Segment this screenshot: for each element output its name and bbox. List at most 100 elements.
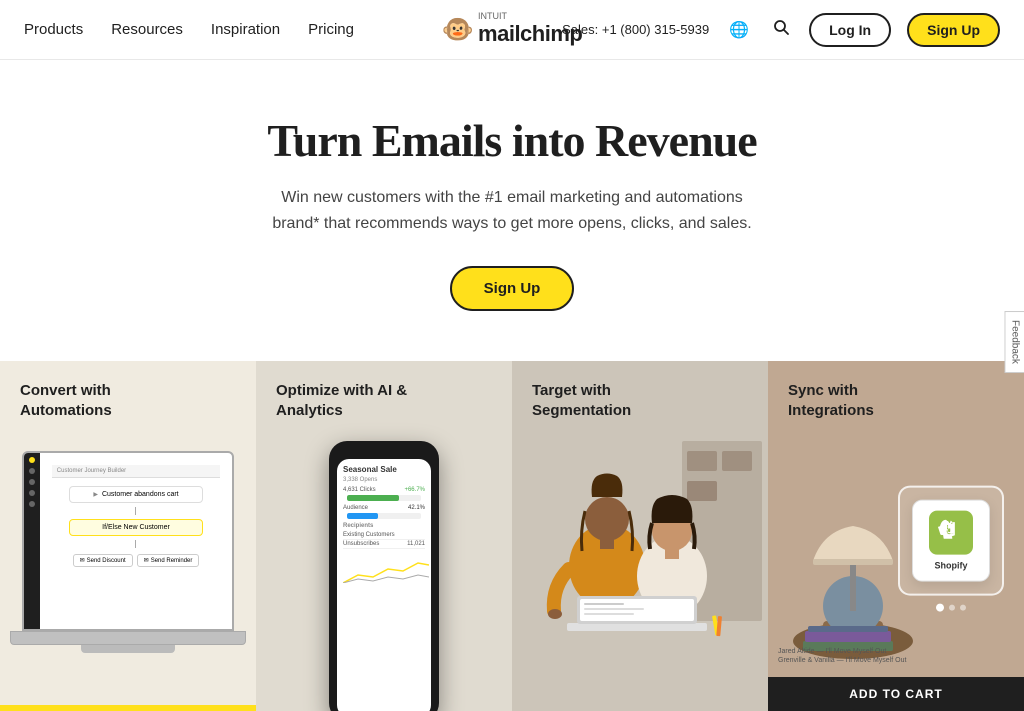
product-label-1: Jared Altide — I'll Move Myself Out	[778, 647, 1014, 657]
feedback-tab[interactable]: Feedback	[1005, 311, 1024, 373]
brand-logo[interactable]: 🐵 INTUIT mailchimp	[442, 12, 583, 47]
search-icon	[773, 19, 789, 35]
phone-outer: Seasonal Sale 3,338 Opens 4,631 Clicks +…	[329, 441, 439, 711]
bar-container-1	[347, 495, 421, 501]
laptop-mockup: Customer Journey Builder ▶ Customer aban…	[10, 451, 246, 711]
bar-chart-row-2	[343, 513, 425, 519]
step2-label: If/Else New Customer	[102, 524, 170, 531]
navbar: Products Resources Inspiration Pricing 🐵…	[0, 0, 1024, 60]
bar-container-2	[347, 513, 421, 519]
laptop-screen: Customer Journey Builder ▶ Customer aban…	[22, 451, 234, 631]
journey-title-bar: Customer Journey Builder	[52, 465, 220, 478]
email-icon: ✉	[80, 557, 85, 564]
clicks-row: 4,631 Clicks +66.7%	[343, 487, 425, 493]
phone-screen: Seasonal Sale 3,338 Opens 4,631 Clicks +…	[337, 459, 431, 711]
step1-label: Customer abandons cart	[102, 491, 179, 498]
opens-label: 3,338 Opens	[343, 477, 425, 483]
brand-text-wrap: INTUIT mailchimp	[478, 12, 582, 47]
phone-notch	[366, 449, 402, 455]
email-icon-2: ✉	[144, 557, 149, 564]
sidebar-dot-1	[29, 457, 35, 463]
phone-campaign-ui: Seasonal Sale 3,338 Opens 4,631 Clicks +…	[343, 465, 425, 585]
shopify-card: Shopify	[912, 500, 990, 582]
action-discount: ✉ Send Discount	[73, 554, 133, 567]
unsubscribes-row: Unsubscribes 11,021	[343, 540, 425, 549]
shopify-logo-svg	[938, 520, 964, 546]
sales-number: Sales: +1 (800) 315-5939	[562, 22, 709, 37]
unsubscribes-val: 11,021	[407, 541, 425, 547]
phone-mockup: Seasonal Sale 3,338 Opens 4,631 Clicks +…	[329, 441, 439, 711]
people-illustration	[512, 401, 768, 711]
brand-name: mailchimp	[478, 21, 582, 47]
journey-step-2: If/Else New Customer	[69, 519, 204, 536]
laptop-content: Customer Journey Builder ▶ Customer aban…	[48, 461, 224, 621]
recipients-section: Recipients	[343, 523, 425, 529]
hero-subtext: Win new customers with the #1 email mark…	[272, 185, 752, 236]
brand-intuit: INTUIT	[478, 12, 582, 21]
clicks-label: 4,631 Clicks	[343, 487, 393, 493]
laptop-sidebar	[24, 453, 40, 629]
bar-fill-2	[347, 513, 378, 519]
panel-analytics: Optimize with AI & Analytics Seasonal Sa…	[256, 361, 512, 711]
journey-connector-1	[135, 507, 136, 515]
nav-pricing[interactable]: Pricing	[308, 21, 354, 38]
product-labels: Jared Altide — I'll Move Myself Out Gren…	[778, 647, 1014, 667]
action2-label: Send Reminder	[151, 558, 193, 564]
shopify-icon	[929, 511, 973, 555]
nav-left: Products Resources Inspiration Pricing	[24, 21, 354, 38]
feature-panels: Convert with Automations Customer Journe…	[0, 361, 1024, 711]
product-label-2: Grenville & Vanilla — I'll Move Myself O…	[778, 656, 1014, 666]
recipients-val: Existing Customers	[343, 532, 395, 538]
hero-signup-button[interactable]: Sign Up	[450, 266, 575, 311]
nav-resources[interactable]: Resources	[111, 21, 183, 38]
panel-1-accent-bar	[0, 705, 256, 711]
journey-title-text: Customer Journey Builder	[57, 468, 126, 474]
panel-automations-title: Convert with Automations	[20, 381, 180, 420]
sidebar-dot-2	[29, 468, 35, 474]
nav-products[interactable]: Products	[24, 21, 83, 38]
signup-nav-button[interactable]: Sign Up	[907, 13, 1000, 47]
sidebar-dot-3	[29, 479, 35, 485]
dot-active	[936, 604, 944, 612]
bar-fill-1	[347, 495, 399, 501]
shopify-label: Shopify	[935, 561, 968, 571]
dot-indicators	[936, 604, 966, 612]
panel-integrations: Sync with Integrations	[768, 361, 1024, 711]
dot-2	[960, 605, 966, 611]
nav-right: Sales: +1 (800) 315-5939 🌐 Log In Sign U…	[562, 13, 1000, 47]
panel-segmentation: Target with Segmentation	[512, 361, 768, 711]
hero-heading: Turn Emails into Revenue	[20, 114, 1004, 167]
panel-segmentation-title: Target with Segmentation	[532, 381, 692, 420]
login-button[interactable]: Log In	[809, 13, 891, 47]
chimp-icon: 🐵	[442, 14, 474, 45]
bar-chart-row	[343, 495, 425, 501]
globe-button[interactable]: 🌐	[725, 16, 753, 44]
panel-automations: Convert with Automations Customer Journe…	[0, 361, 256, 711]
search-button[interactable]	[769, 15, 793, 44]
integration-frame: Shopify	[898, 486, 1004, 596]
sidebar-dot-4	[29, 490, 35, 496]
mini-chart	[343, 555, 429, 583]
audience-row: Audience 42.1%	[343, 505, 425, 511]
panel-integrations-title: Sync with Integrations	[788, 381, 948, 420]
journey-actions: ✉ Send Discount ✉ Send Reminder	[52, 554, 220, 567]
hero-section: Turn Emails into Revenue Win new custome…	[0, 60, 1024, 361]
action1-label: Send Discount	[87, 558, 126, 564]
add-to-cart-bar: ADD TO CART	[768, 677, 1024, 711]
clicks-pct: +66.7%	[404, 487, 425, 493]
laptop-base	[10, 631, 246, 645]
campaign-title: Seasonal Sale	[343, 465, 425, 474]
recipients-row: Existing Customers	[343, 531, 425, 540]
nav-inspiration[interactable]: Inspiration	[211, 21, 280, 38]
integration-area: Shopify	[898, 486, 1004, 612]
journey-connector-2	[135, 540, 136, 548]
journey-step-1: ▶ Customer abandons cart	[69, 486, 204, 503]
action-reminder: ✉ Send Reminder	[137, 554, 200, 567]
unsubscribes-label: Unsubscribes	[343, 541, 379, 547]
panel-analytics-title: Optimize with AI & Analytics	[276, 381, 436, 420]
audience-label: Audience	[343, 505, 393, 511]
audience-pct: 42.1%	[403, 505, 425, 511]
laptop-stand	[81, 645, 175, 653]
sidebar-dot-5	[29, 501, 35, 507]
dot-1	[949, 605, 955, 611]
